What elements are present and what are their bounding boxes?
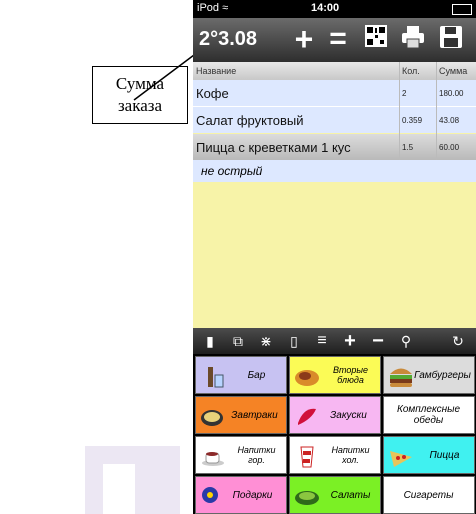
phone-screen: iPod ≈ 14:00 2°3.08 + = Название Кол. Су… [193,0,476,514]
item-sum: 60.00 [439,143,460,152]
floppy-disk-icon [440,26,462,48]
search-icon[interactable]: ⚲ [395,332,417,350]
col-qty-header: Кол. [402,66,420,76]
category-label: Завтраки [231,409,278,421]
category-cold-drinks[interactable]: Напитки хол. [289,436,381,474]
save-button[interactable] [436,24,466,56]
bottle-icon [208,367,224,388]
category-label: Напитки хол. [331,445,370,465]
category-hot-drinks[interactable]: Напитки гор. [195,436,287,474]
item-name: Салат фруктовый [196,113,304,128]
order-total: 2°3.08 [199,28,258,50]
increase-button[interactable]: + [339,331,361,351]
order-row[interactable]: Кофе 2 180.00 [193,80,476,106]
clock: 14:00 [311,2,340,14]
order-row[interactable]: Салат фруктовый 0.359 43.08 [193,106,476,133]
col-name-header: Название [196,66,237,76]
category-bar[interactable]: Бар [195,356,287,394]
category-label: Гамбургеры [414,369,471,381]
soda-cup-icon [300,446,314,468]
category-salads[interactable]: Салаты [289,476,381,514]
salad-icon [295,491,319,505]
item-name: Пицца с креветками 1 кус [196,140,351,155]
category-label: Сигареты [403,489,454,501]
item-name: Кофе [196,86,229,101]
wifi-icon: ≈ [222,2,229,14]
qr-code-icon [365,25,387,47]
list-button[interactable]: ≡ [311,332,333,350]
category-gifts[interactable]: Подарки [195,476,287,514]
category-snacks[interactable]: Закуски [289,396,381,434]
order-header: Название Кол. Сумма [193,62,476,81]
pizza-icon [390,451,412,467]
calculate-button[interactable]: = [323,24,353,56]
battery-icon [452,4,472,15]
category-set-lunches[interactable]: Комплексные обеды [383,396,475,434]
main-toolbar: 2°3.08 + = [193,18,476,62]
category-breakfasts[interactable]: Завтраки [195,396,287,434]
item-qty: 2 [402,89,407,98]
trash-icon[interactable]: ▯ [283,332,305,350]
order-list: Название Кол. Сумма Кофе 2 180.00 Салат … [193,62,476,328]
split-tree-button[interactable]: ⋇ [255,332,277,350]
print-button[interactable] [398,24,428,56]
refresh-icon[interactable]: ↻ [447,332,469,350]
copy-document-button[interactable]: ⧉ [227,332,249,350]
coffee-cup-icon [202,452,224,466]
action-bar: ▮ ⧉ ⋇ ▯ ≡ + − ⚲ ↻ [193,328,476,354]
item-sum: 43.08 [439,116,460,125]
order-row-selected[interactable]: Пицца с креветками 1 кус 1.5 60.00 [193,134,476,160]
category-label: Бар [247,369,266,381]
item-sum: 180.00 [439,89,464,98]
category-grid: Бар Вторые блюда Гамбургеры Завтраки Зак… [193,354,476,514]
category-burgers[interactable]: Гамбургеры [383,356,475,394]
status-bar: iPod ≈ 14:00 [193,0,476,18]
item-qty: 1.5 [402,143,414,152]
category-label: Салаты [330,489,371,501]
carrier-label: iPod ≈ [197,2,229,14]
burger-icon [390,368,412,387]
category-label: Подарки [232,489,273,501]
category-cigarettes[interactable]: Сигареты [383,476,475,514]
pan-icon [201,410,223,426]
modifier-text: не острый [201,164,263,178]
category-label: Закуски [330,409,367,421]
category-label: Напитки гор. [237,445,276,465]
qr-code-button[interactable] [361,24,391,56]
decrease-button[interactable]: − [367,331,389,351]
category-label: Пицца [429,449,460,461]
item-qty: 0.359 [402,116,423,125]
column-divider [436,62,437,160]
col-sum-header: Сумма [439,66,468,76]
category-main-courses[interactable]: Вторые блюда [289,356,381,394]
category-label: Вторые блюда [332,365,369,385]
printer-icon [402,26,424,49]
dish-icon [295,370,319,386]
add-order-button[interactable]: + [289,23,319,56]
item-modifier[interactable]: не острый [193,160,476,182]
column-divider [399,62,400,160]
category-pizza[interactable]: Пицца [383,436,475,474]
new-document-button[interactable]: ▮ [199,332,221,350]
pepper-icon [298,408,316,425]
category-label: Комплексные обеды [396,404,461,426]
